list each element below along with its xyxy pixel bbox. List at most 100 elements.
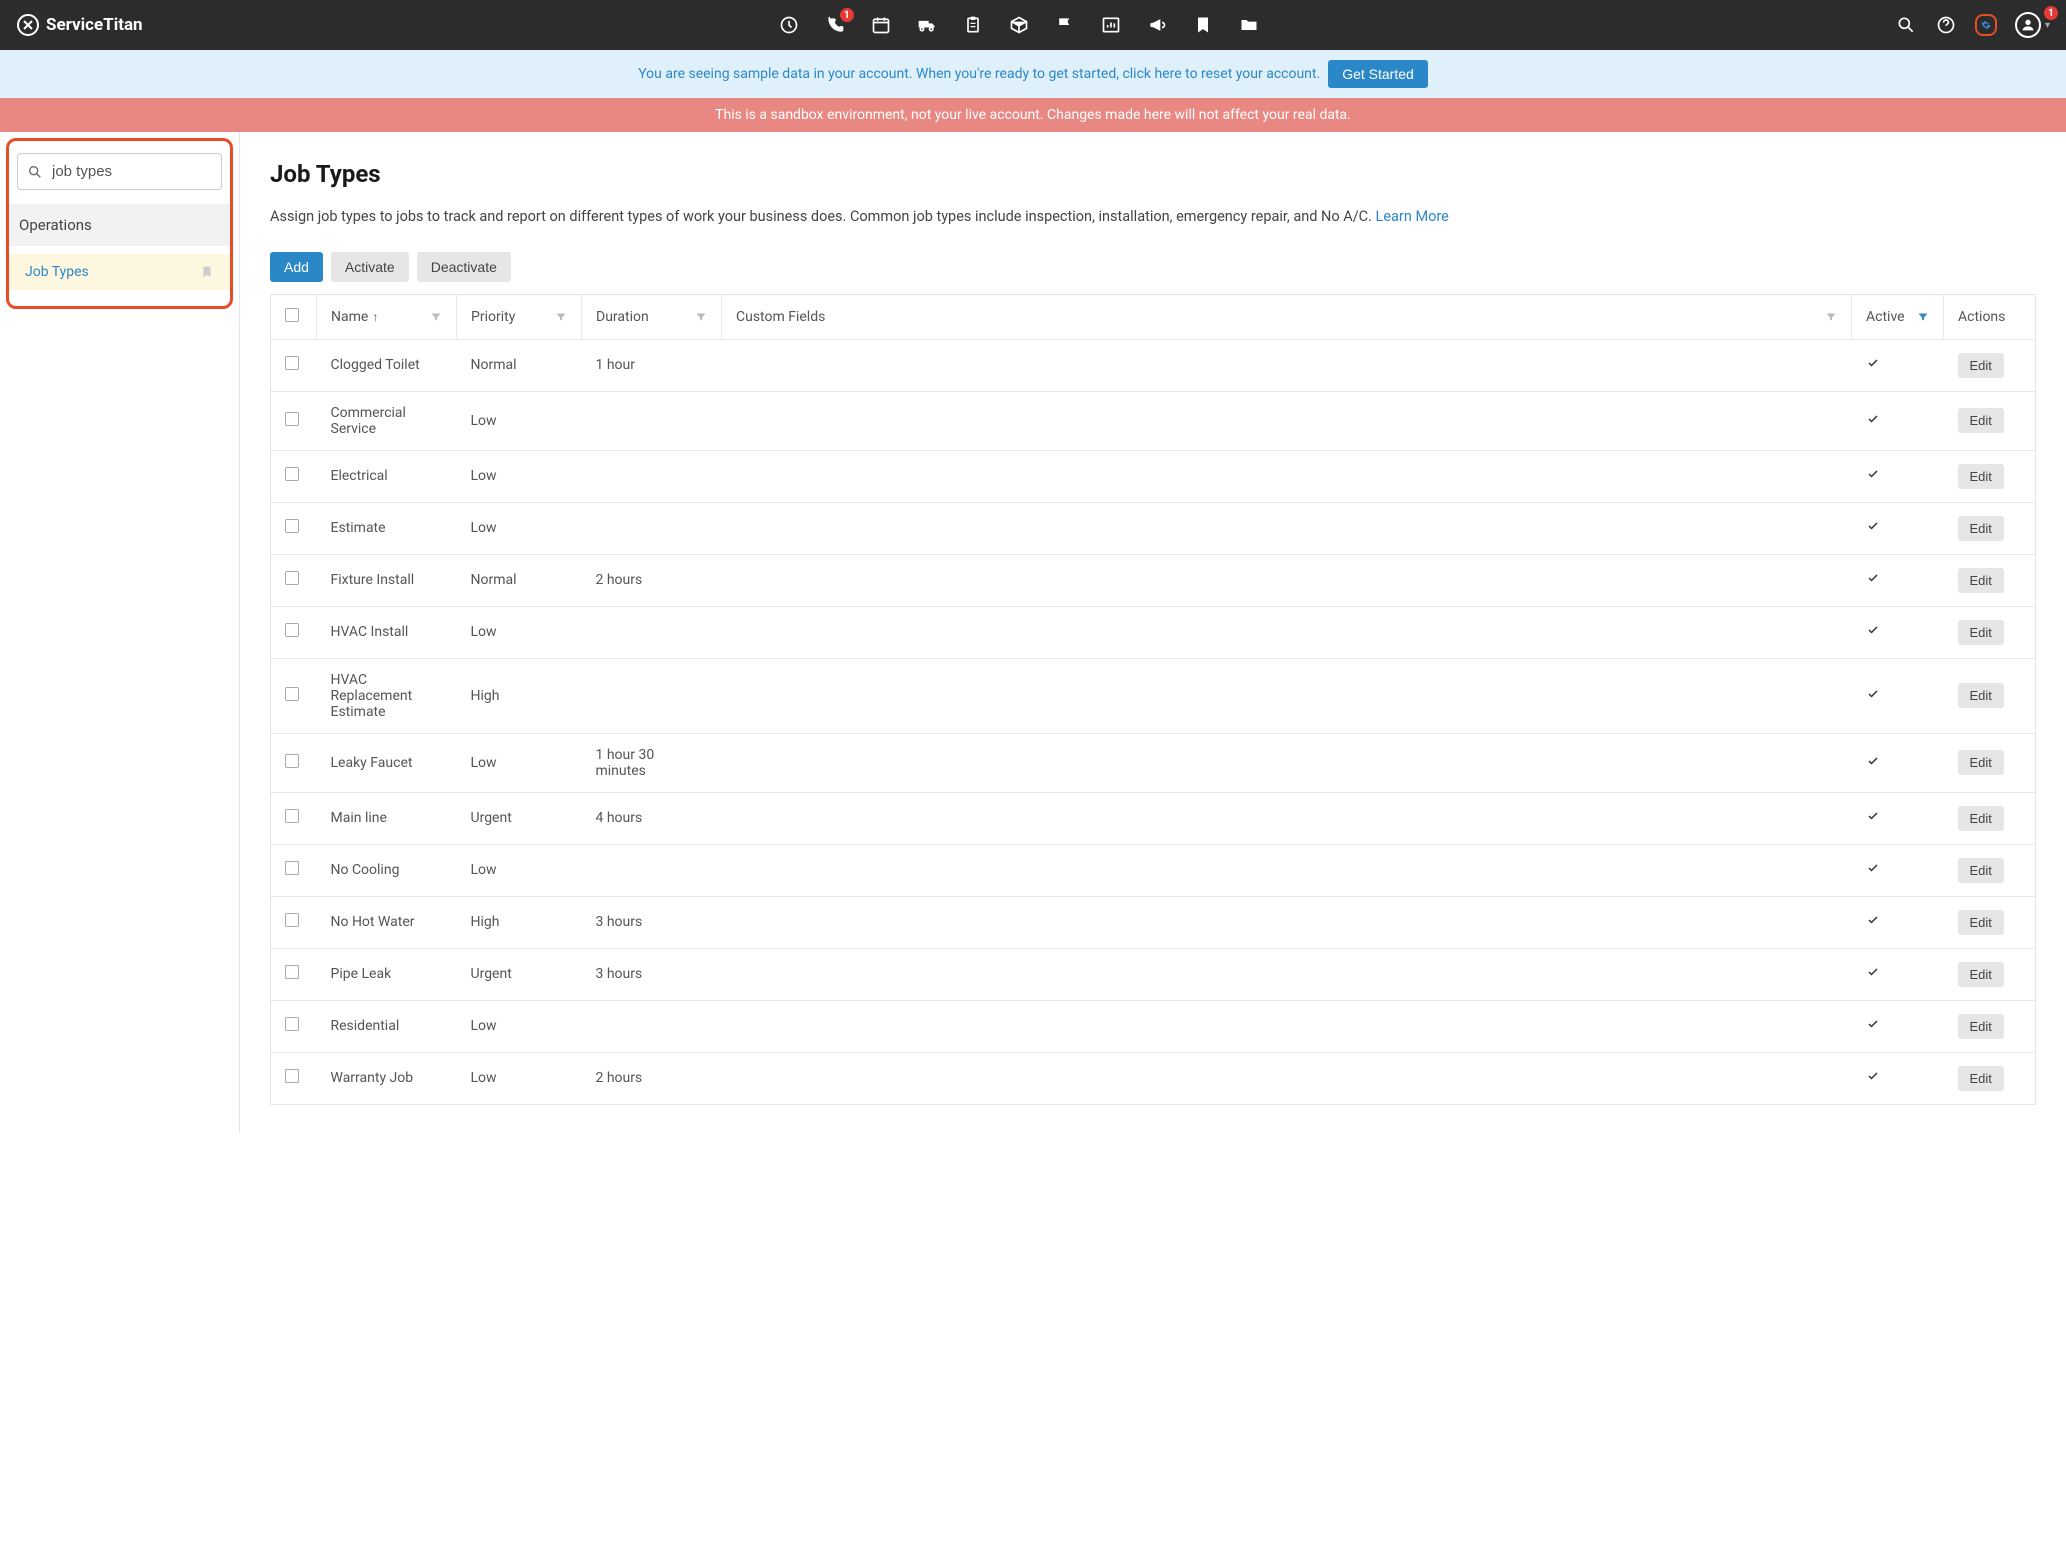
row-checkbox[interactable] xyxy=(285,571,299,585)
filter-icon[interactable] xyxy=(695,311,707,323)
filter-icon[interactable] xyxy=(555,311,567,323)
cell-duration xyxy=(582,450,722,502)
cell-priority: Low xyxy=(457,1052,582,1104)
row-checkbox[interactable] xyxy=(285,913,299,927)
add-button[interactable]: Add xyxy=(270,252,323,282)
filter-icon[interactable] xyxy=(1825,311,1837,323)
row-checkbox[interactable] xyxy=(285,467,299,481)
row-checkbox[interactable] xyxy=(285,623,299,637)
row-checkbox[interactable] xyxy=(285,519,299,533)
sidebar-item-job-types[interactable]: Job Types xyxy=(9,254,230,290)
row-checkbox[interactable] xyxy=(285,412,299,426)
check-icon xyxy=(1866,810,1880,822)
edit-button[interactable]: Edit xyxy=(1958,750,2004,775)
cell-custom xyxy=(722,1052,1852,1104)
flag-icon[interactable] xyxy=(1054,14,1076,36)
edit-button[interactable]: Edit xyxy=(1958,464,2004,489)
search-input-icon xyxy=(27,164,43,180)
row-checkbox[interactable] xyxy=(285,965,299,979)
cell-active xyxy=(1852,339,1944,391)
cell-priority: Urgent xyxy=(457,792,582,844)
megaphone-icon[interactable] xyxy=(1146,14,1168,36)
calendar-icon[interactable] xyxy=(870,14,892,36)
sandbox-warning-banner: This is a sandbox environment, not your … xyxy=(0,98,2066,132)
edit-button[interactable]: Edit xyxy=(1958,568,2004,593)
cell-name: HVAC Replacement Estimate xyxy=(317,658,457,733)
edit-button[interactable]: Edit xyxy=(1958,962,2004,987)
cell-duration: 3 hours xyxy=(582,948,722,1000)
truck-icon[interactable] xyxy=(916,14,938,36)
sidebar-search-input[interactable] xyxy=(17,153,222,190)
main-content: Job Types Assign job types to jobs to tr… xyxy=(240,132,2066,1133)
cell-custom xyxy=(722,339,1852,391)
toolbar: Add Activate Deactivate xyxy=(270,252,2036,282)
edit-button[interactable]: Edit xyxy=(1958,1066,2004,1091)
edit-button[interactable]: Edit xyxy=(1958,353,2004,378)
col-header-custom-fields[interactable]: Custom Fields xyxy=(722,294,1852,339)
cell-duration: 2 hours xyxy=(582,1052,722,1104)
bookmark-nav-icon[interactable] xyxy=(1192,14,1214,36)
activate-button[interactable]: Activate xyxy=(331,252,409,282)
col-header-duration[interactable]: Duration xyxy=(582,294,722,339)
help-icon[interactable] xyxy=(1935,14,1957,36)
edit-button[interactable]: Edit xyxy=(1958,683,2004,708)
cell-name: Fixture Install xyxy=(317,554,457,606)
chevron-down-icon: ▾ xyxy=(2045,20,2050,31)
phone-icon[interactable]: 1 xyxy=(824,14,846,36)
row-checkbox[interactable] xyxy=(285,356,299,370)
cell-active xyxy=(1852,844,1944,896)
info-banner: You are seeing sample data in your accou… xyxy=(0,50,2066,98)
cell-priority: Low xyxy=(457,450,582,502)
settings-gear-icon[interactable] xyxy=(1975,14,1997,36)
edit-button[interactable]: Edit xyxy=(1958,516,2004,541)
cell-custom xyxy=(722,844,1852,896)
clock-icon[interactable] xyxy=(778,14,800,36)
row-checkbox[interactable] xyxy=(285,861,299,875)
folder-icon[interactable] xyxy=(1238,14,1260,36)
table-row: Fixture Install Normal 2 hours Edit xyxy=(271,554,2036,606)
learn-more-link[interactable]: Learn More xyxy=(1376,208,1449,225)
edit-button[interactable]: Edit xyxy=(1958,620,2004,645)
col-header-priority[interactable]: Priority xyxy=(457,294,582,339)
cell-custom xyxy=(722,658,1852,733)
cell-custom xyxy=(722,450,1852,502)
cell-priority: High xyxy=(457,896,582,948)
search-icon[interactable] xyxy=(1895,14,1917,36)
select-all-checkbox[interactable] xyxy=(285,308,299,322)
edit-button[interactable]: Edit xyxy=(1958,408,2004,433)
filter-icon[interactable] xyxy=(430,311,442,323)
table-row: Warranty Job Low 2 hours Edit xyxy=(271,1052,2036,1104)
row-checkbox[interactable] xyxy=(285,1017,299,1031)
box-icon[interactable] xyxy=(1008,14,1030,36)
edit-button[interactable]: Edit xyxy=(1958,858,2004,883)
cell-priority: Low xyxy=(457,502,582,554)
get-started-button[interactable]: Get Started xyxy=(1328,60,1428,88)
edit-button[interactable]: Edit xyxy=(1958,806,2004,831)
bookmark-icon[interactable] xyxy=(200,264,214,280)
cell-active xyxy=(1852,502,1944,554)
clipboard-icon[interactable] xyxy=(962,14,984,36)
row-checkbox[interactable] xyxy=(285,1069,299,1083)
row-checkbox[interactable] xyxy=(285,809,299,823)
user-avatar[interactable]: 1 ▾ xyxy=(2015,12,2050,38)
col-header-name[interactable]: Name↑ xyxy=(317,294,457,339)
row-checkbox[interactable] xyxy=(285,754,299,768)
cell-priority: Low xyxy=(457,1000,582,1052)
brand-logo[interactable]: ServiceTitan xyxy=(16,13,143,37)
check-icon xyxy=(1866,862,1880,874)
table-row: HVAC Replacement Estimate High Edit xyxy=(271,658,2036,733)
edit-button[interactable]: Edit xyxy=(1958,910,2004,935)
check-icon xyxy=(1866,468,1880,480)
deactivate-button[interactable]: Deactivate xyxy=(417,252,511,282)
edit-button[interactable]: Edit xyxy=(1958,1014,2004,1039)
table-row: No Cooling Low Edit xyxy=(271,844,2036,896)
table-row: Commercial Service Low Edit xyxy=(271,391,2036,450)
row-checkbox[interactable] xyxy=(285,687,299,701)
filter-active-icon[interactable] xyxy=(1917,311,1929,323)
table-row: Main line Urgent 4 hours Edit xyxy=(271,792,2036,844)
col-header-active[interactable]: Active xyxy=(1852,294,1944,339)
brand-name: ServiceTitan xyxy=(46,15,143,35)
cell-active xyxy=(1852,554,1944,606)
cell-priority: Urgent xyxy=(457,948,582,1000)
chart-icon[interactable] xyxy=(1100,14,1122,36)
